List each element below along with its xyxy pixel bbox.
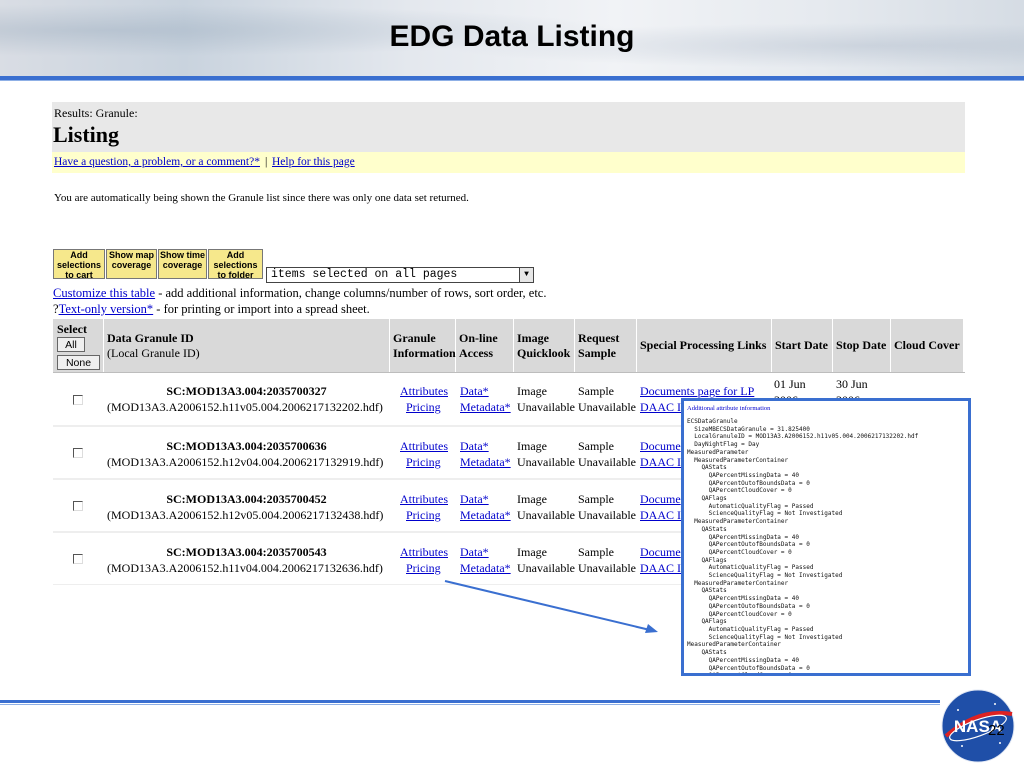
attribute-info-popup: Additional attribute information ECSData… — [681, 398, 971, 676]
popup-body: ECSDataGranule SizeMBECSDataGranule = 31… — [687, 418, 919, 676]
footer-rule-thin — [0, 704, 940, 705]
page-number: 22 — [988, 722, 1005, 739]
popup-title: Additional attribute information — [687, 405, 771, 412]
footer-rule — [0, 700, 940, 703]
